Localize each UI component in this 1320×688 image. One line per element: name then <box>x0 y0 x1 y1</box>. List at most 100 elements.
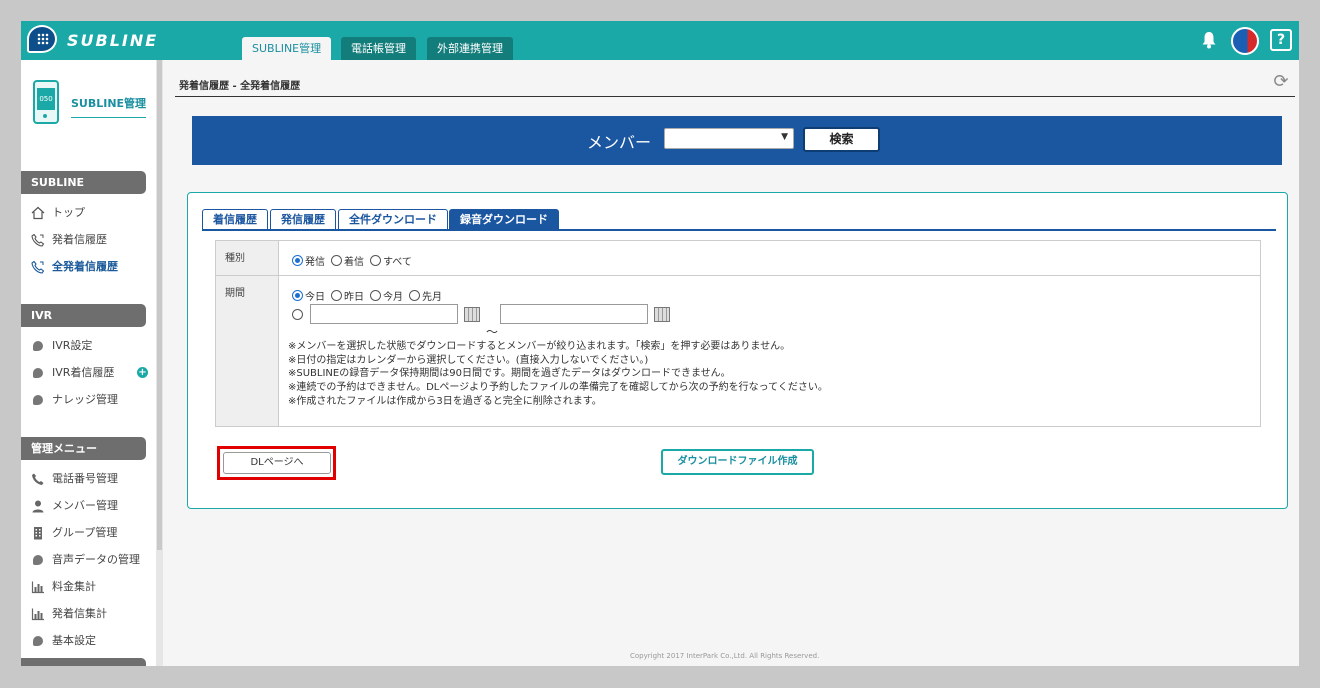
tab-outgoing-history[interactable]: 発信履歴 <box>270 209 336 230</box>
bubble-icon <box>31 553 45 567</box>
sidebar-item-label: 基本設定 <box>52 634 96 647</box>
note-member-filter: ※メンバーを選択した状態でダウンロードするとメンバーが絞り込まれます。「検索」を… <box>288 341 791 352</box>
radio-label: 今月 <box>383 292 403 303</box>
sidebar-item-label: 全発着信履歴 <box>52 260 118 273</box>
bubble-icon <box>31 634 45 648</box>
sidebar-item-label: トップ <box>52 206 85 219</box>
sidebar-item-label: 料金集計 <box>52 580 96 593</box>
member-select[interactable]: ▼ <box>664 128 794 149</box>
sidebar-section-contract-info[interactable] <box>21 658 146 666</box>
main-content: 発着信履歴 - 全発着信履歴 ⟳ メンバー ▼ 検索 着信履歴 発信履歴 全件ダ… <box>163 60 1299 666</box>
logo-icon <box>27 25 57 53</box>
sidebar-item-label: IVR着信履歴 <box>52 366 115 379</box>
radio-button[interactable] <box>292 290 303 301</box>
date-from-input[interactable] <box>310 304 458 324</box>
refresh-icon[interactable]: ⟳ <box>1271 72 1291 92</box>
sidebar-item-label: グループ管理 <box>52 526 118 539</box>
dl-page-button[interactable]: DLページへ <box>223 452 331 474</box>
tab-incoming-history[interactable]: 着信履歴 <box>202 209 268 230</box>
download-panel: 着信履歴 発信履歴 全件ダウンロード 録音ダウンロード 種別 期間 発信 着信 … <box>187 192 1288 509</box>
bubble-icon <box>31 366 45 380</box>
tab-subline-admin[interactable]: SUBLINE管理 <box>242 37 332 60</box>
sidebar-item-label: 電話番号管理 <box>52 472 118 485</box>
create-download-file-button[interactable]: ダウンロードファイル作成 <box>661 449 814 475</box>
type-option-incoming[interactable]: 着信 <box>331 253 364 268</box>
radio-button[interactable] <box>409 290 420 301</box>
sidebar-item-ivr-incoming-history[interactable]: IVR着信履歴 + <box>31 364 151 382</box>
user-icon <box>31 499 45 513</box>
period-option-custom-radio[interactable] <box>292 309 303 320</box>
tab-phonebook-admin[interactable]: 電話帳管理 <box>341 37 416 60</box>
home-icon <box>31 206 45 220</box>
tab-all-download[interactable]: 全件ダウンロード <box>338 209 448 230</box>
period-option-yesterday[interactable]: 昨日 <box>331 288 364 303</box>
search-button[interactable]: 検索 <box>803 127 880 152</box>
help-icon[interactable]: ? <box>1270 29 1292 51</box>
sidebar-item-label: メンバー管理 <box>52 499 118 512</box>
note-deletion: ※作成されたファイルは作成から3日を過ぎると完全に削除されます。 <box>288 396 602 407</box>
plus-icon[interactable]: + <box>137 367 148 378</box>
tab-underline <box>202 229 1276 231</box>
sidebar-item-phone-number[interactable]: 電話番号管理 <box>31 470 151 488</box>
sidebar-item-groups[interactable]: グループ管理 <box>31 524 151 542</box>
sidebar-section-ivr[interactable]: IVR <box>21 304 146 327</box>
sidebar-item-label: 発着信履歴 <box>52 233 107 246</box>
date-to-input[interactable] <box>500 304 648 324</box>
phone-icon <box>31 260 45 274</box>
type-option-outgoing[interactable]: 発信 <box>292 253 325 268</box>
sidebar-item-label: 発着信集計 <box>52 607 107 620</box>
radio-button[interactable] <box>370 255 381 266</box>
sidebar-item-label: IVR設定 <box>52 339 93 352</box>
sidebar: 050 SUBLINE管理 SUBLINE トップ 発着信履歴 全発着信履歴 I… <box>21 60 156 666</box>
tab-recording-download[interactable]: 録音ダウンロード <box>449 209 559 230</box>
radio-button[interactable] <box>370 290 381 301</box>
sidebar-item-call-summary[interactable]: 発着信集計 <box>31 605 151 623</box>
calendar-icon[interactable] <box>464 307 480 322</box>
radio-button[interactable] <box>292 255 303 266</box>
row-divider <box>216 275 1260 276</box>
radio-label: 先月 <box>422 292 442 303</box>
sidebar-item-knowledge[interactable]: ナレッジ管理 <box>31 391 151 409</box>
period-label: 期間 <box>216 276 279 426</box>
tab-external-integration[interactable]: 外部連携管理 <box>427 37 513 60</box>
sidebar-section-admin-menu[interactable]: 管理メニュー <box>21 437 146 460</box>
sidebar-item-members[interactable]: メンバー管理 <box>31 497 151 515</box>
sidebar-item-all-call-history[interactable]: 全発着信履歴 <box>31 258 151 276</box>
app-window: SUBLINE SUBLINE管理 電話帳管理 外部連携管理 ? 050 SUB… <box>21 21 1299 666</box>
sidebar-item-label: ナレッジ管理 <box>52 393 118 406</box>
sidebar-scrollbar-thumb[interactable] <box>157 60 162 550</box>
sidebar-section-subline[interactable]: SUBLINE <box>21 171 146 194</box>
copyright: Copyright 2017 InterPark Co.,Ltd. All Ri… <box>630 652 820 660</box>
period-option-today[interactable]: 今日 <box>292 288 325 303</box>
type-radio-group: 発信 着信 すべて <box>292 253 418 268</box>
period-radio-group: 今日 昨日 今月 先月 <box>292 288 448 303</box>
radio-button[interactable] <box>331 290 342 301</box>
type-option-all[interactable]: すべて <box>370 253 412 268</box>
note-reservation: ※連続での予約はできません。DLページより予約したファイルの準備完了を確認してか… <box>288 382 828 393</box>
chevron-down-icon: ▼ <box>781 132 788 142</box>
member-filter-bar: メンバー ▼ 検索 <box>192 116 1282 165</box>
calendar-icon[interactable] <box>654 307 670 322</box>
sidebar-header: 050 SUBLINE管理 <box>21 60 156 150</box>
sidebar-item-billing-summary[interactable]: 料金集計 <box>31 578 151 596</box>
bell-icon[interactable] <box>1201 31 1217 49</box>
top-header: SUBLINE SUBLINE管理 電話帳管理 外部連携管理 ? <box>21 21 1299 60</box>
radio-label: 今日 <box>305 292 325 303</box>
member-label: メンバー <box>587 133 652 152</box>
sidebar-item-basic-settings[interactable]: 基本設定 <box>31 632 151 650</box>
phone-icon <box>31 472 45 486</box>
sidebar-item-top[interactable]: トップ <box>31 204 151 222</box>
period-option-last-month[interactable]: 先月 <box>409 288 442 303</box>
sidebar-item-ivr-settings[interactable]: IVR設定 <box>31 337 151 355</box>
sidebar-item-audio-data[interactable]: 音声データの管理 <box>31 551 151 569</box>
sidebar-title: SUBLINE管理 <box>71 95 147 118</box>
period-option-this-month[interactable]: 今月 <box>370 288 403 303</box>
sidebar-item-label: 音声データの管理 <box>52 553 140 566</box>
radio-button[interactable] <box>331 255 342 266</box>
sidebar-item-call-history[interactable]: 発着信履歴 <box>31 231 151 249</box>
mobile-phone-icon: 050 <box>33 80 59 124</box>
avatar[interactable] <box>1231 27 1259 55</box>
bubble-icon <box>31 393 45 407</box>
breadcrumb: 発着信履歴 - 全発着信履歴 <box>179 81 301 92</box>
phone-number-label: 050 <box>37 88 55 110</box>
